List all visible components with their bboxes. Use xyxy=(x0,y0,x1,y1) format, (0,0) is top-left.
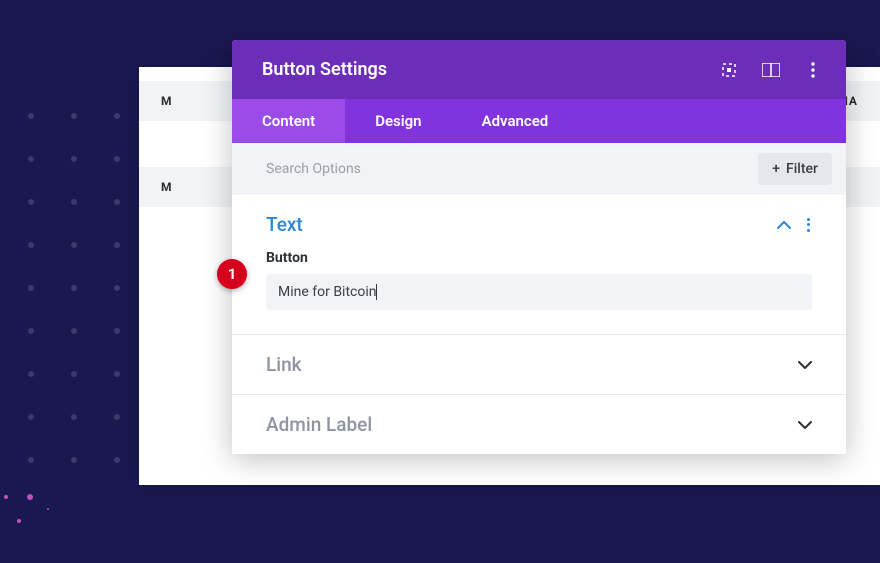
header-icons xyxy=(720,61,822,79)
modal-title: Button Settings xyxy=(262,59,387,80)
section-admin-controls xyxy=(798,421,812,429)
filter-button[interactable]: + Filter xyxy=(758,153,832,185)
section-more-icon[interactable] xyxy=(805,216,812,234)
modal-header[interactable]: Button Settings xyxy=(232,40,846,99)
section-text-title: Text xyxy=(266,213,303,236)
button-text-value: Mine for Bitcoin xyxy=(278,284,376,300)
expand-icon[interactable] xyxy=(720,61,738,79)
bg-left-text2: M xyxy=(161,180,173,194)
section-text: 1 Text Button Mine for Bitcoin xyxy=(232,195,846,335)
section-admin-header[interactable]: Admin Label xyxy=(266,413,812,436)
chevron-down-icon[interactable] xyxy=(798,421,812,429)
section-link: Link xyxy=(232,335,846,395)
tab-advanced[interactable]: Advanced xyxy=(452,99,579,143)
search-input[interactable] xyxy=(266,161,758,177)
plus-icon: + xyxy=(772,161,780,177)
button-field-label: Button xyxy=(266,250,812,266)
annotation-marker-1: 1 xyxy=(217,259,247,289)
section-link-title: Link xyxy=(266,353,302,376)
tab-bar: Content Design Advanced xyxy=(232,99,846,143)
more-icon[interactable] xyxy=(804,61,822,79)
section-link-header[interactable]: Link xyxy=(266,353,812,376)
section-text-header[interactable]: Text xyxy=(266,213,812,236)
settings-modal: Button Settings Content Design Advanced … xyxy=(232,40,846,454)
search-row: + Filter xyxy=(232,143,846,195)
button-text-field: Button Mine for Bitcoin xyxy=(266,250,812,310)
chevron-down-icon[interactable] xyxy=(798,361,812,369)
bg-left-text: M xyxy=(161,94,173,108)
filter-label: Filter xyxy=(786,161,818,177)
columns-icon[interactable] xyxy=(762,61,780,79)
text-cursor xyxy=(376,284,377,300)
button-text-input[interactable]: Mine for Bitcoin xyxy=(266,274,812,310)
tab-design[interactable]: Design xyxy=(345,99,451,143)
tab-content[interactable]: Content xyxy=(232,99,345,143)
section-text-controls xyxy=(777,216,812,234)
section-admin-title: Admin Label xyxy=(266,413,372,436)
chevron-up-icon[interactable] xyxy=(777,221,791,229)
section-link-controls xyxy=(798,361,812,369)
section-admin-label: Admin Label xyxy=(232,395,846,454)
